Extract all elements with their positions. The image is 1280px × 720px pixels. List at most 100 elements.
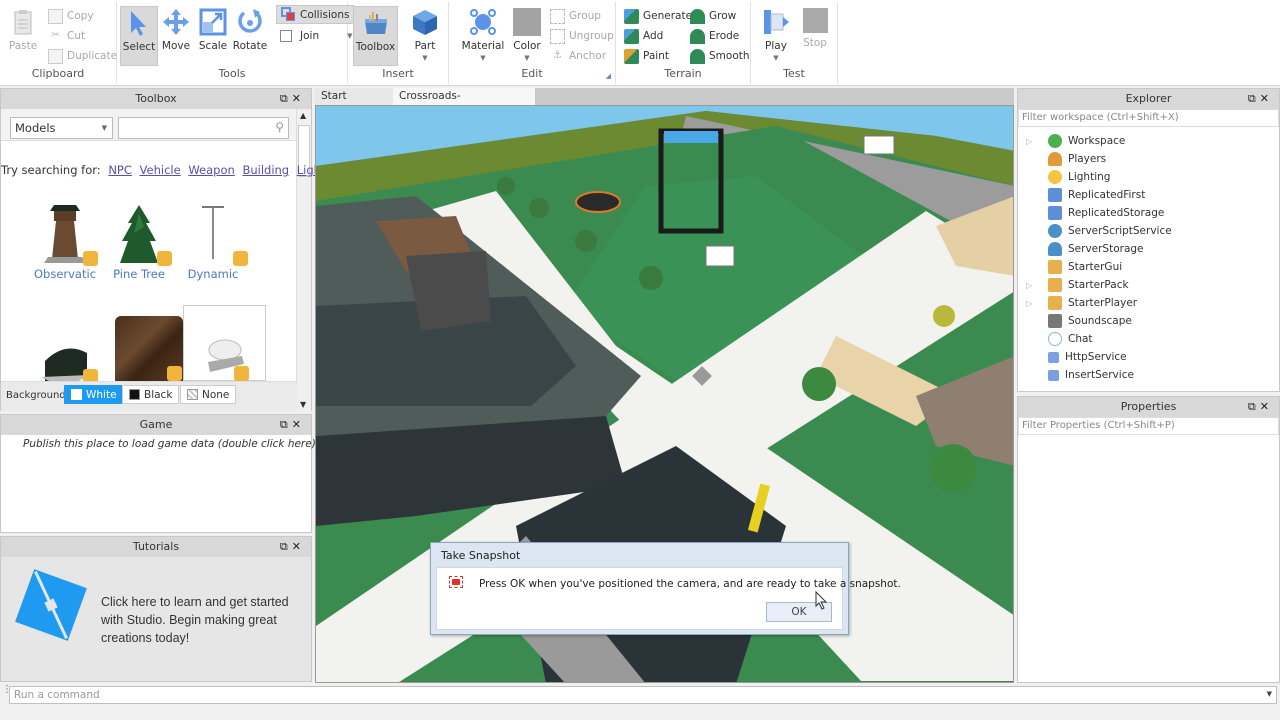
tree-item-startergui[interactable]: StarterGui (1018, 258, 1122, 276)
collisions-toggle[interactable]: Collisions (276, 5, 355, 24)
select-button[interactable]: Select (120, 6, 158, 66)
tree-item-serverstorage[interactable]: ServerStorage (1018, 240, 1144, 258)
run-command-input[interactable]: Run a command (9, 686, 1277, 704)
tree-item-chat[interactable]: Chat (1018, 330, 1093, 348)
paste-button[interactable]: Paste (4, 6, 42, 66)
bg-none-button[interactable]: None (180, 385, 237, 404)
toolbox-item[interactable] (25, 309, 105, 381)
tree-item-lighting[interactable]: Lighting (1018, 168, 1110, 186)
bg-white-button[interactable]: White (64, 385, 124, 404)
server-script-icon (1048, 224, 1062, 238)
color-dropdown-icon[interactable]: ▼ (508, 54, 546, 62)
part-dropdown-icon[interactable]: ▼ (406, 54, 444, 62)
ungroup-button[interactable]: Ungroup (550, 27, 614, 45)
tree-item-serverscriptservice[interactable]: ServerScriptService (1018, 222, 1172, 240)
copy-button[interactable]: Copy (48, 7, 94, 25)
toolbox-item[interactable] (115, 316, 183, 381)
toolbox-search-input[interactable]: ⚲ (118, 117, 289, 139)
expand-arrow-icon[interactable]: ▷ (1026, 137, 1038, 146)
scrollbar[interactable]: ▲ ▼ (296, 109, 311, 411)
toolbox-item[interactable]: Observatic (25, 203, 105, 285)
tree-item-insertservice[interactable]: InsertService (1018, 366, 1134, 384)
close-icon[interactable]: ✕ (1260, 400, 1273, 413)
group-button[interactable]: Group (550, 7, 601, 25)
camera-icon (449, 576, 463, 588)
tree-item-replicatedstorage[interactable]: ReplicatedStorage (1018, 204, 1164, 222)
toolbox-item[interactable] (183, 305, 266, 381)
rotate-label: Rotate (232, 40, 268, 52)
ungroup-icon (550, 28, 565, 44)
float-icon[interactable]: ⧉ (1248, 400, 1260, 413)
tree-item-players[interactable]: Players (1018, 150, 1106, 168)
tab-start-page[interactable]: Start Page✕ (315, 88, 393, 119)
suggestion-link[interactable]: Weapon (188, 163, 234, 177)
part-button[interactable]: Part ▼ (406, 6, 444, 66)
play-dropdown-icon[interactable]: ▼ (757, 54, 795, 62)
scroll-down-icon[interactable]: ▼ (300, 400, 306, 409)
tree-item-starterpack[interactable]: ▷ StarterPack (1018, 276, 1129, 294)
bg-none-label: None (202, 388, 230, 401)
tree-item-starterplayer[interactable]: ▷ StarterPlayer (1018, 294, 1137, 312)
color-button[interactable]: Color ▼ (508, 6, 546, 66)
terrain-erode-button[interactable]: Erode (690, 27, 739, 45)
join-checkbox[interactable]: Join ▼ (280, 27, 352, 45)
terrain-paint-button[interactable]: Paint (624, 47, 669, 65)
move-button[interactable]: Move (157, 6, 195, 66)
float-icon[interactable]: ⧉ (1248, 92, 1260, 105)
terrain-smooth-button[interactable]: Smooth (690, 47, 750, 65)
close-icon[interactable]: ✕ (1260, 92, 1273, 105)
tree-item-replicatedfirst[interactable]: ReplicatedFirst (1018, 186, 1145, 204)
play-button[interactable]: Play ▼ (757, 6, 795, 66)
close-icon[interactable]: ✕ (292, 92, 305, 105)
expand-arrow-icon[interactable]: ▷ (1026, 281, 1038, 290)
folder-player-icon (1048, 296, 1062, 310)
tree-item-workspace[interactable]: ▷ Workspace (1018, 132, 1125, 150)
category-select[interactable]: Models ▼ (10, 117, 113, 139)
toolbox-button[interactable]: Toolbox (353, 6, 398, 66)
explorer-header: Explorer ⧉✕ (1018, 89, 1279, 109)
copy-icon (48, 8, 63, 24)
cut-button[interactable]: ✂ Cut (48, 27, 85, 45)
duplicate-button[interactable]: Duplicate (48, 47, 117, 65)
tree-item-label: StarterPlayer (1068, 297, 1138, 309)
terrain-smooth-label: Smooth (709, 50, 750, 62)
search-icon[interactable]: ⚲ (275, 120, 284, 134)
suggestion-link[interactable]: Vehicle (140, 163, 181, 177)
float-icon[interactable]: ⧉ (280, 92, 292, 105)
close-icon[interactable]: ✕ (292, 540, 305, 553)
float-icon[interactable]: ⧉ (280, 418, 292, 431)
properties-filter-input[interactable]: Filter Properties (Ctrl+Shift+P) (1018, 417, 1279, 435)
game-publish-message[interactable]: Publish this place to load game data (do… (23, 438, 316, 450)
stop-button[interactable]: Stop (796, 6, 834, 66)
close-icon[interactable]: ✕ (292, 418, 305, 431)
float-icon[interactable]: ⧉ (280, 540, 292, 553)
toolbox-item[interactable]: Dynamic (173, 203, 253, 285)
tab-crossroads[interactable]: Crossroads-RBLXDEV.rbxl✕ (393, 88, 535, 119)
tree-item-label: StarterPack (1068, 279, 1129, 291)
tutorials-message[interactable]: Click here to learn and get started with… (101, 593, 306, 647)
scale-button[interactable]: Scale (194, 6, 232, 66)
toolbox-item[interactable]: Pine Tree (99, 203, 179, 285)
explorer-filter-input[interactable]: Filter workspace (Ctrl+Shift+X) (1018, 109, 1279, 127)
rotate-button[interactable]: Rotate (231, 6, 269, 66)
terrain-add-label: Add (643, 30, 664, 42)
tree-item-soundscape[interactable]: Soundscape (1018, 312, 1132, 330)
clipboard-group-label: Clipboard (31, 67, 85, 80)
material-button[interactable]: Material ▼ (461, 6, 505, 66)
material-dropdown-icon[interactable]: ▼ (461, 54, 505, 62)
edit-group-label: Edit (521, 67, 543, 80)
terrain-add-button[interactable]: Add (624, 27, 663, 45)
bg-black-button[interactable]: Black (122, 385, 180, 404)
scroll-up-icon[interactable]: ▲ (300, 111, 306, 120)
anchor-button[interactable]: ⚓ Anchor (550, 47, 606, 65)
tree-item-label: ReplicatedFirst (1068, 189, 1146, 201)
suggestion-link[interactable]: Building (242, 163, 289, 177)
tree-item-httpservice[interactable]: HttpService (1018, 348, 1127, 366)
terrain-grow-button[interactable]: Grow (690, 7, 736, 25)
roblox-studio-logo[interactable] (11, 565, 91, 645)
expand-arrow-icon[interactable]: ▷ (1026, 299, 1038, 308)
terrain-generate-button[interactable]: Generate (624, 7, 692, 25)
suggestion-link[interactable]: NPC (108, 163, 132, 177)
command-dropdown-icon[interactable]: ▼ (1267, 690, 1272, 698)
edit-expand-icon[interactable]: ◢ (606, 72, 611, 80)
